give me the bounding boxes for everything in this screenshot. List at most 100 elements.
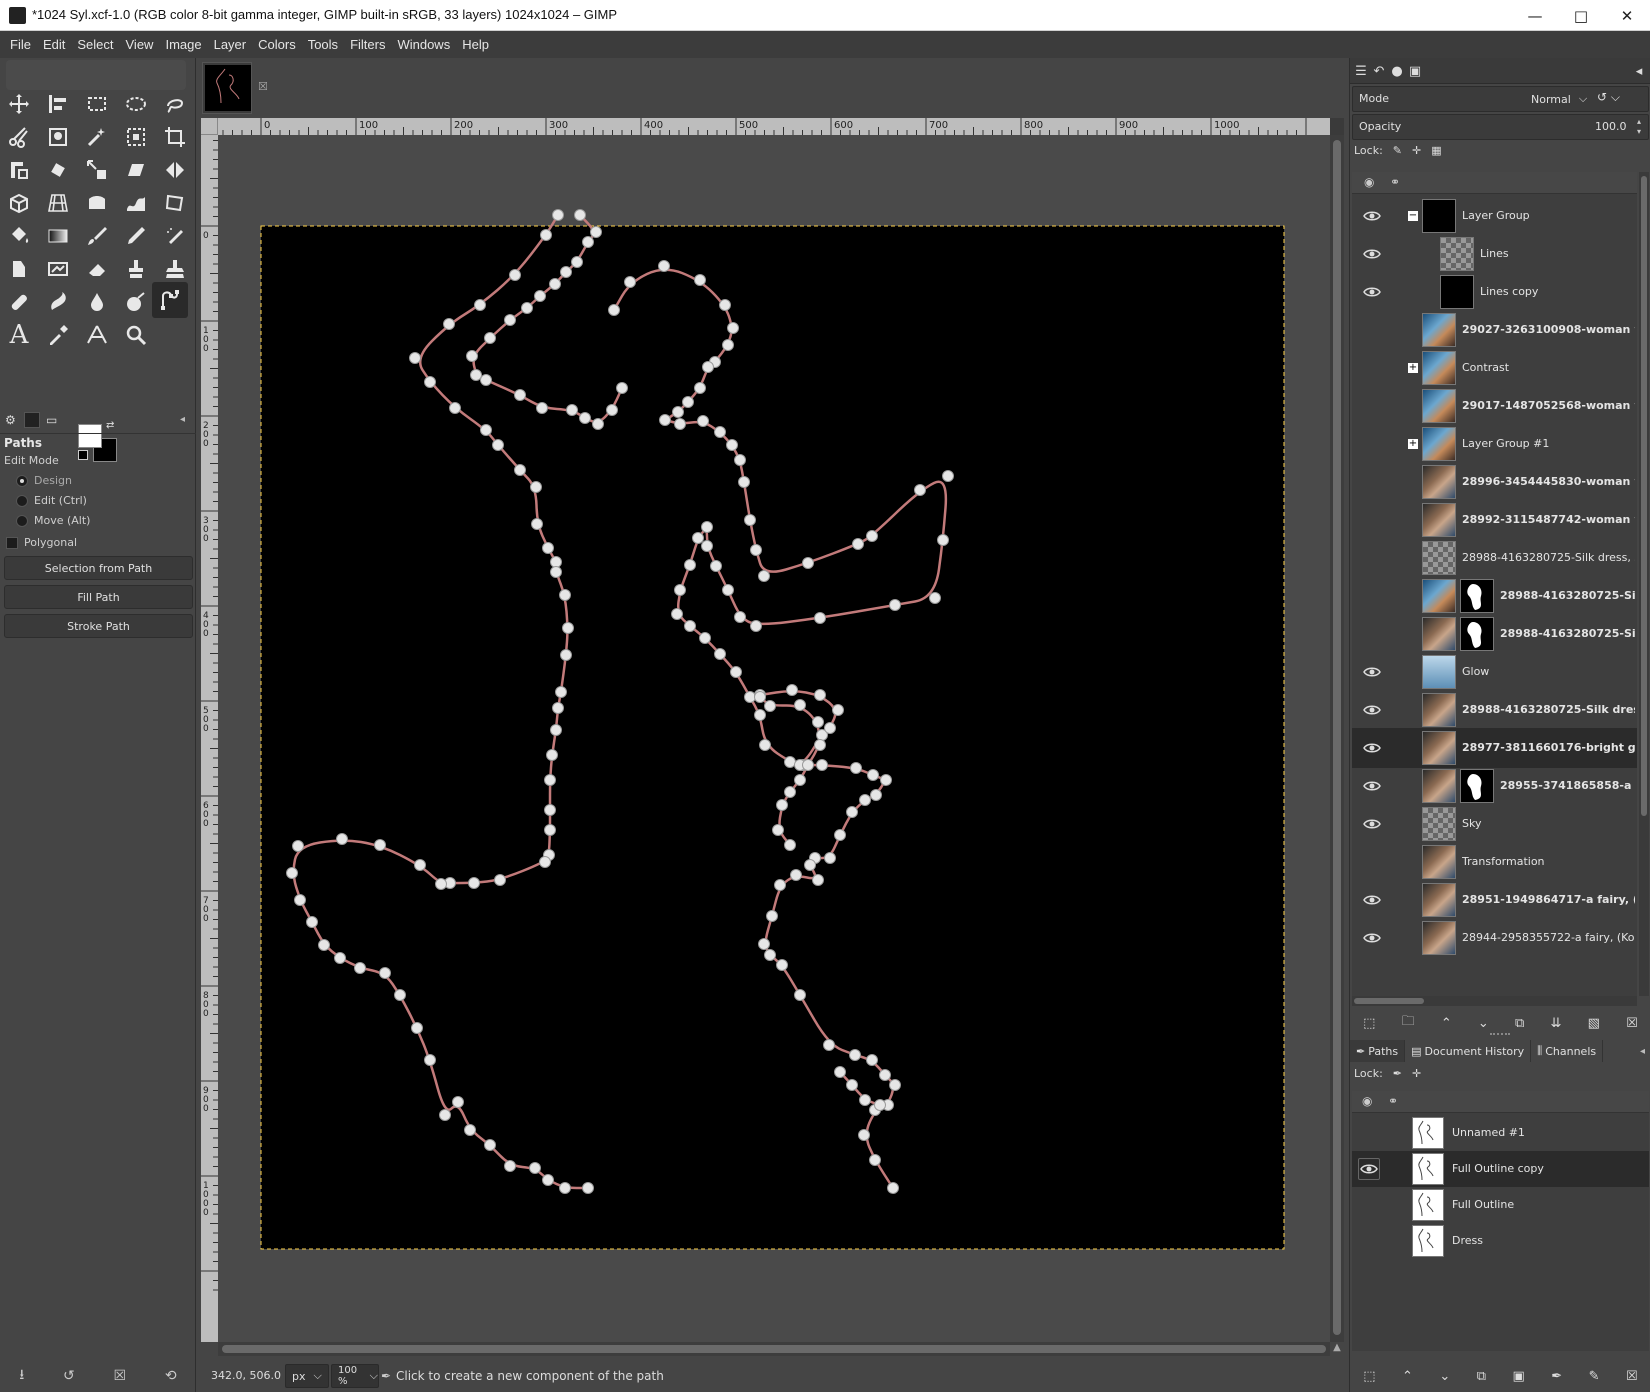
clone-tool-icon[interactable]	[120, 253, 152, 285]
path-anchor-point[interactable]	[722, 584, 734, 596]
path-anchor-point[interactable]	[701, 540, 713, 552]
path-anchor-point[interactable]	[869, 1154, 881, 1166]
collapse-group-icon[interactable]: −	[1408, 211, 1418, 221]
path-anchor-point[interactable]	[544, 824, 556, 836]
path-anchor-point[interactable]	[710, 560, 722, 572]
free-select-tool-icon[interactable]	[159, 88, 191, 120]
path-anchor-point[interactable]	[292, 840, 304, 852]
vertical-scrollbar[interactable]	[1330, 135, 1344, 1342]
path-anchor-point[interactable]	[846, 806, 858, 818]
ink-tool-icon[interactable]	[3, 253, 35, 285]
path-anchor-point[interactable]	[714, 426, 726, 438]
shear-tool-icon[interactable]	[120, 154, 152, 186]
layer-mask-thumbnail[interactable]	[1460, 769, 1494, 803]
path-anchor-point[interactable]	[812, 874, 824, 886]
path-row[interactable]: Unnamed #1	[1352, 1115, 1649, 1151]
path-anchor-point[interactable]	[514, 464, 526, 476]
visibility-toggle[interactable]	[1362, 396, 1382, 416]
path-anchor-point[interactable]	[727, 322, 739, 334]
path-anchor-point[interactable]	[776, 959, 788, 971]
smudge-tool-icon[interactable]	[42, 286, 74, 318]
path-anchor-point[interactable]	[509, 269, 521, 281]
pencil-tool-icon[interactable]	[120, 220, 152, 252]
path-anchor-point[interactable]	[560, 266, 572, 278]
path-anchor-point[interactable]	[786, 684, 798, 696]
path-anchor-point[interactable]	[606, 404, 618, 416]
rect-select-tool-icon[interactable]	[81, 88, 113, 120]
navigate-icon[interactable]: ▲	[1330, 1342, 1344, 1356]
path-anchor-point[interactable]	[411, 1022, 423, 1034]
eye-icon[interactable]	[1362, 700, 1382, 720]
path-row[interactable]: Full Outline	[1352, 1187, 1649, 1223]
path-anchor-point[interactable]	[294, 894, 306, 906]
path-anchor-point[interactable]	[470, 369, 482, 381]
visibility-toggle[interactable]	[1362, 624, 1382, 644]
mode-move-radio[interactable]: Move (Alt)	[16, 514, 90, 527]
path-anchor-point[interactable]	[852, 538, 864, 550]
expand-group-icon[interactable]: +	[1408, 363, 1418, 373]
fill-path-button[interactable]: Fill Path	[4, 585, 193, 609]
color-picker-tool-icon[interactable]	[42, 319, 74, 351]
stroke-path-button[interactable]: Stroke Path	[4, 614, 193, 638]
tool-options-tab-icon[interactable]: ⚙	[5, 413, 16, 427]
airbrush-tool-icon[interactable]	[159, 220, 191, 252]
duplicate-path-icon[interactable]: ⧉	[1477, 1369, 1486, 1384]
path-anchor-point[interactable]	[424, 1054, 436, 1066]
configure-tab-icon[interactable]: ◂	[1630, 62, 1648, 80]
path-anchor-point[interactable]	[658, 260, 670, 272]
path-anchor-point[interactable]	[504, 1160, 516, 1172]
eye-icon[interactable]	[1362, 282, 1382, 302]
path-anchor-point[interactable]	[394, 989, 406, 1001]
path-anchor-point[interactable]	[546, 749, 558, 761]
path-anchor-point[interactable]	[504, 314, 516, 326]
path-anchor-point[interactable]	[559, 1182, 571, 1194]
eye-icon[interactable]	[1362, 662, 1382, 682]
path-anchor-point[interactable]	[334, 952, 346, 964]
lock-alpha-icon[interactable]: ▦	[1431, 144, 1441, 157]
path-anchor-point[interactable]	[674, 584, 686, 596]
eye-icon[interactable]	[1362, 206, 1382, 226]
layers-horizontal-scrollbar[interactable]	[1352, 996, 1637, 1006]
mode-edit-radio[interactable]: Edit (Ctrl)	[16, 494, 87, 507]
unified-transform-tool-icon[interactable]	[3, 154, 35, 186]
visibility-toggle[interactable]	[1358, 1122, 1380, 1144]
path-anchor-point[interactable]	[794, 774, 806, 786]
path-anchor-point[interactable]	[424, 376, 436, 388]
path-anchor-point[interactable]	[550, 566, 562, 578]
menu-image[interactable]: Image	[159, 37, 207, 52]
delete-tool-preset-icon[interactable]: ☒	[114, 1368, 127, 1384]
path-anchor-point[interactable]	[616, 382, 628, 394]
visibility-toggle[interactable]	[1362, 510, 1382, 530]
menu-edit[interactable]: Edit	[37, 37, 71, 52]
path-anchor-point[interactable]	[814, 689, 826, 701]
path-anchor-point[interactable]	[722, 339, 734, 351]
bucket-fill-tool-icon[interactable]	[3, 220, 35, 252]
undo-history-tab-icon[interactable]: ↶	[1370, 62, 1388, 80]
layer-row[interactable]: 28992-3115487742-woman w	[1352, 500, 1637, 540]
path-anchor-point[interactable]	[772, 824, 784, 836]
path-anchor-point[interactable]	[379, 967, 391, 979]
mypaint-brush-tool-icon[interactable]	[42, 253, 74, 285]
path-anchor-point[interactable]	[468, 877, 480, 889]
path-anchor-point[interactable]	[464, 1124, 476, 1136]
layer-row[interactable]: Transformation	[1352, 842, 1637, 882]
path-anchor-point[interactable]	[439, 1109, 451, 1121]
path-anchor-point[interactable]	[794, 699, 806, 711]
path-anchor-point[interactable]	[714, 648, 726, 660]
path-anchor-point[interactable]	[530, 481, 542, 493]
path-anchor-point[interactable]	[867, 769, 879, 781]
device-status-tab-icon[interactable]	[24, 412, 40, 428]
path-anchor-point[interactable]	[682, 396, 694, 408]
path-anchor-point[interactable]	[694, 274, 706, 286]
gradient-tool-icon[interactable]	[42, 220, 74, 252]
path-anchor-point[interactable]	[937, 534, 949, 546]
path-anchor-point[interactable]	[824, 852, 836, 864]
path-anchor-point[interactable]	[562, 622, 574, 634]
configure-tab-icon[interactable]: ◂	[180, 414, 185, 425]
path-anchor-point[interactable]	[734, 611, 746, 623]
tab-paths[interactable]: ✒ Paths	[1350, 1040, 1406, 1062]
eye-icon[interactable]	[1362, 928, 1382, 948]
path-anchor-point[interactable]	[480, 424, 492, 436]
menu-file[interactable]: File	[4, 37, 37, 52]
path-anchor-point[interactable]	[435, 878, 447, 890]
